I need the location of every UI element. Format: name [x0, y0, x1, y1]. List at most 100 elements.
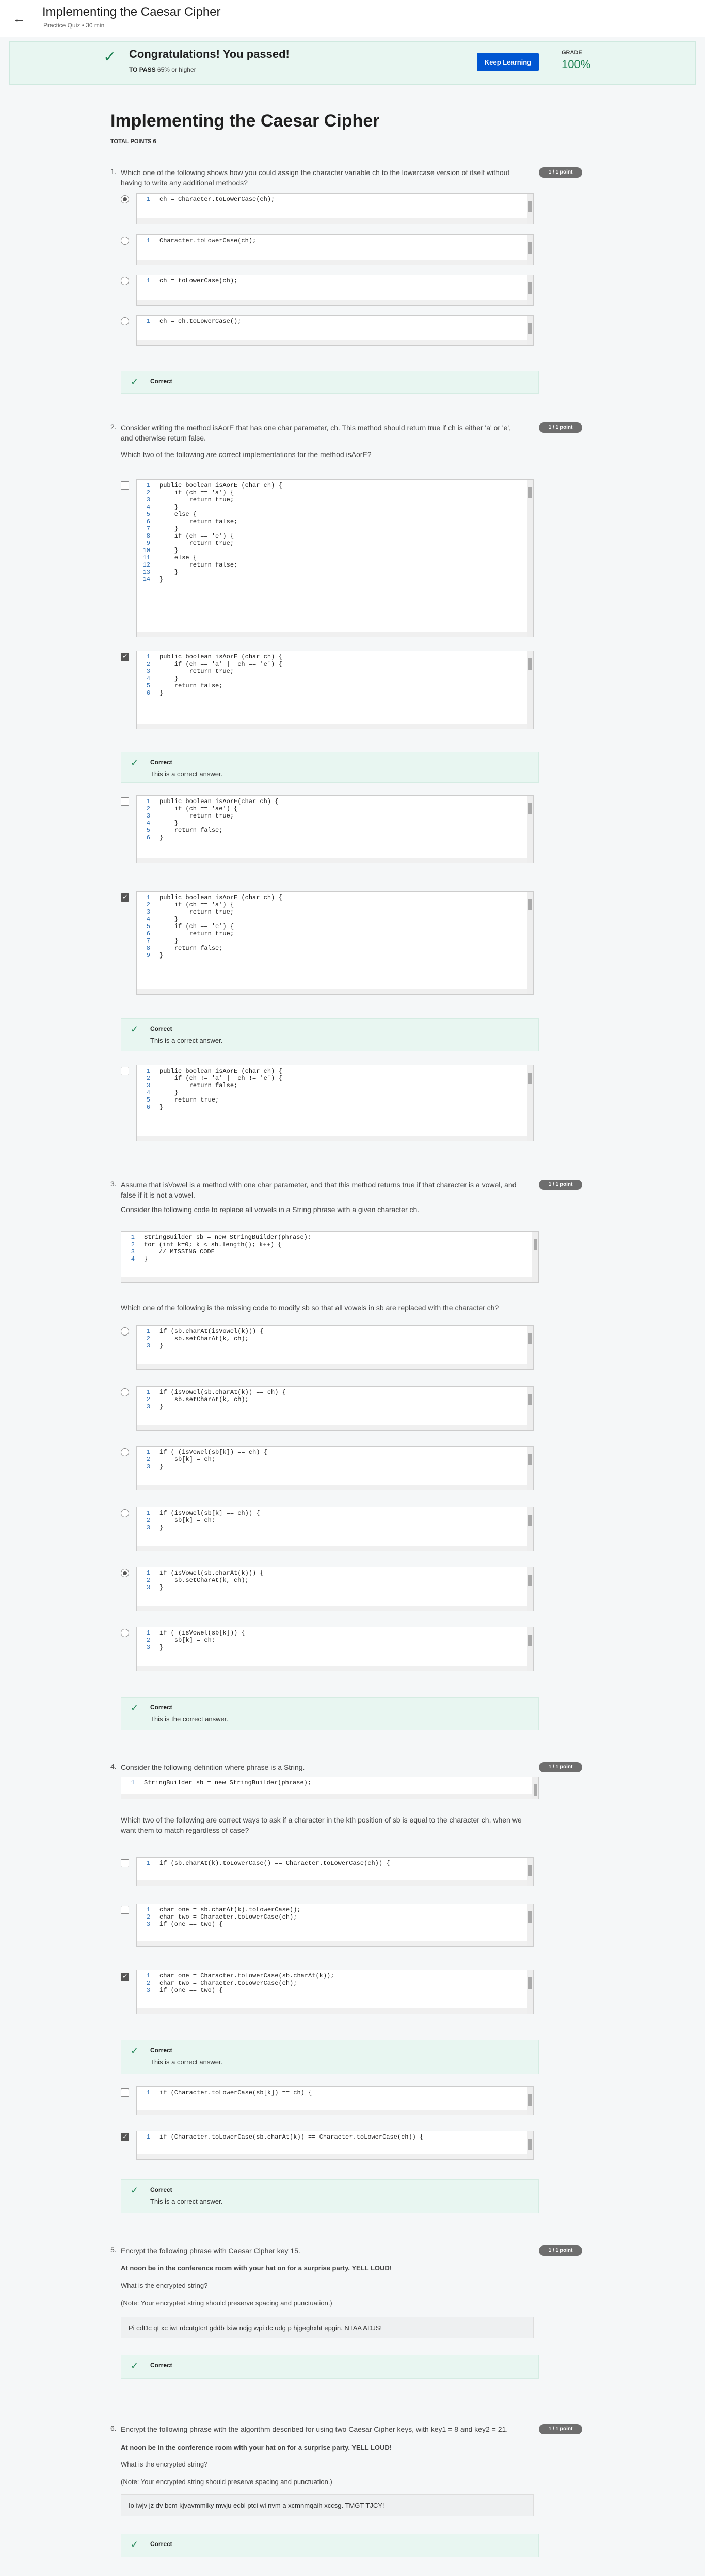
code-text: sb[k] = ch; — [159, 1517, 216, 1524]
horizontal-scrollbar[interactable] — [137, 260, 527, 265]
feedback-title: Correct — [150, 2540, 172, 2548]
answer-radio[interactable] — [121, 1327, 129, 1336]
keep-learning-button[interactable]: Keep Learning — [477, 53, 539, 71]
vertical-scrollbar[interactable] — [527, 194, 533, 224]
horizontal-scrollbar[interactable] — [137, 632, 527, 637]
code-text: } — [159, 1463, 164, 1470]
answer-checkbox[interactable] — [121, 1906, 129, 1914]
answer-field[interactable]: Pi cdDc qt xc iwt rdcutgtcrt gddb lxiw n… — [121, 2317, 534, 2338]
horizontal-scrollbar[interactable] — [137, 1941, 527, 1946]
code-line: 2 for (int k=0; k < sb.length(); k++) { — [121, 1241, 538, 1248]
vertical-scrollbar[interactable] — [527, 316, 533, 345]
vertical-scrollbar[interactable] — [527, 1627, 533, 1671]
horizontal-scrollbar[interactable] — [121, 1794, 532, 1799]
horizontal-scrollbar[interactable] — [137, 724, 527, 729]
horizontal-scrollbar[interactable] — [137, 1546, 527, 1551]
code-block: 1 if (isVowel(sb[k] == ch)) {2 sb[k] = ch… — [136, 1507, 534, 1551]
vertical-scrollbar[interactable] — [527, 275, 533, 305]
vertical-scrollbar[interactable] — [527, 1447, 533, 1490]
code-text: if (Character.toLowerCase(sb[k]) == ch) … — [159, 2089, 312, 2096]
horizontal-scrollbar[interactable] — [137, 340, 527, 345]
code-block: 1 ch = ch.toLowerCase(); — [136, 315, 534, 346]
answer-checkbox[interactable] — [121, 481, 129, 490]
vertical-scrollbar[interactable] — [527, 892, 533, 994]
horizontal-scrollbar[interactable] — [137, 218, 527, 224]
line-number: 1 — [146, 1860, 150, 1867]
vertical-scrollbar[interactable] — [527, 235, 533, 265]
vertical-scrollbar[interactable] — [527, 796, 533, 863]
vertical-scrollbar[interactable] — [527, 651, 533, 729]
answer-field[interactable]: Io iwjv jz dv bcm kjvavmmiky mwju ecbl p… — [121, 2494, 534, 2516]
question-text: Consider writing the method isAorE that … — [121, 423, 511, 442]
code-text: } — [159, 1644, 164, 1651]
points-badge: 1 / 1 point — [539, 2424, 582, 2434]
vertical-scrollbar[interactable] — [527, 1507, 533, 1551]
horizontal-scrollbar[interactable] — [137, 1485, 527, 1490]
code-text: if ( (isVowel(sb[k]) == ch) { — [159, 1449, 267, 1456]
line-number: 9 — [146, 540, 150, 547]
line-number: 4 — [146, 1089, 150, 1096]
vertical-scrollbar[interactable] — [527, 1567, 533, 1611]
answer-radio[interactable] — [121, 317, 129, 325]
code-text: } — [159, 569, 179, 576]
code-text: } — [159, 1584, 164, 1591]
answer-checkbox[interactable] — [121, 1067, 129, 1075]
horizontal-scrollbar[interactable] — [137, 1136, 527, 1141]
line-number: 2 — [131, 1241, 135, 1248]
horizontal-scrollbar[interactable] — [137, 2154, 527, 2159]
answer-checkbox[interactable] — [121, 1972, 129, 1981]
answer-radio[interactable] — [121, 237, 129, 245]
code-text: if (isVowel(sb.charAt(k)) == ch) { — [159, 1389, 286, 1396]
answer-radio[interactable] — [121, 195, 129, 203]
code-line: 6 return true; — [137, 930, 533, 937]
code-line: 2 sb[k] = ch; — [137, 1637, 533, 1644]
code-line: 2 sb.setCharAt(k, ch); — [137, 1396, 533, 1403]
horizontal-scrollbar[interactable] — [137, 1606, 527, 1611]
back-arrow-icon[interactable]: ← — [12, 11, 27, 26]
vertical-scrollbar[interactable] — [527, 1326, 533, 1369]
vertical-scrollbar[interactable] — [527, 480, 533, 637]
code-line: 3} — [137, 1403, 533, 1410]
vertical-scrollbar[interactable] — [532, 1232, 538, 1282]
horizontal-scrollbar[interactable] — [137, 1364, 527, 1369]
vertical-scrollbar[interactable] — [532, 1777, 538, 1799]
answer-radio[interactable] — [121, 277, 129, 285]
code-line: 2 if (ch == 'a') { — [137, 489, 533, 496]
code-text: return true; — [159, 1096, 219, 1104]
vertical-scrollbar[interactable] — [527, 1387, 533, 1430]
answer-checkbox[interactable] — [121, 893, 129, 902]
code-text: if (one == two) { — [159, 1987, 223, 1994]
horizontal-scrollbar[interactable] — [137, 1425, 527, 1430]
horizontal-scrollbar[interactable] — [137, 2110, 527, 2115]
horizontal-scrollbar[interactable] — [137, 858, 527, 863]
vertical-scrollbar[interactable] — [527, 1970, 533, 2014]
code-line: 6} — [137, 689, 533, 697]
horizontal-scrollbar[interactable] — [137, 2008, 527, 2014]
answer-radio[interactable] — [121, 1569, 129, 1577]
horizontal-scrollbar[interactable] — [137, 1666, 527, 1671]
horizontal-scrollbar[interactable] — [121, 1277, 532, 1282]
vertical-scrollbar[interactable] — [527, 1858, 533, 1886]
answer-checkbox[interactable] — [121, 797, 129, 806]
answer-radio[interactable] — [121, 1509, 129, 1517]
answer-radio[interactable] — [121, 1388, 129, 1396]
line-number: 1 — [146, 1328, 150, 1335]
code-line: 2 if (ch == 'ae') { — [137, 805, 533, 812]
vertical-scrollbar[interactable] — [527, 2087, 533, 2115]
vertical-scrollbar[interactable] — [527, 1904, 533, 1946]
answer-checkbox[interactable] — [121, 1859, 129, 1867]
code-line: 1 if ( (isVowel(sb[k]) == ch) { — [137, 1449, 533, 1456]
answer-checkbox[interactable] — [121, 2132, 129, 2141]
answer-radio[interactable] — [121, 1629, 129, 1637]
vertical-scrollbar[interactable] — [527, 1065, 533, 1141]
answer-checkbox[interactable] — [121, 652, 129, 661]
line-number: 2 — [146, 1577, 150, 1584]
horizontal-scrollbar[interactable] — [137, 1880, 527, 1886]
line-number: 11 — [142, 554, 150, 561]
horizontal-scrollbar[interactable] — [137, 300, 527, 305]
code-text: if (ch == 'e') { — [159, 923, 234, 930]
vertical-scrollbar[interactable] — [527, 2131, 533, 2159]
answer-radio[interactable] — [121, 1448, 129, 1456]
horizontal-scrollbar[interactable] — [137, 989, 527, 994]
answer-checkbox[interactable] — [121, 2088, 129, 2097]
